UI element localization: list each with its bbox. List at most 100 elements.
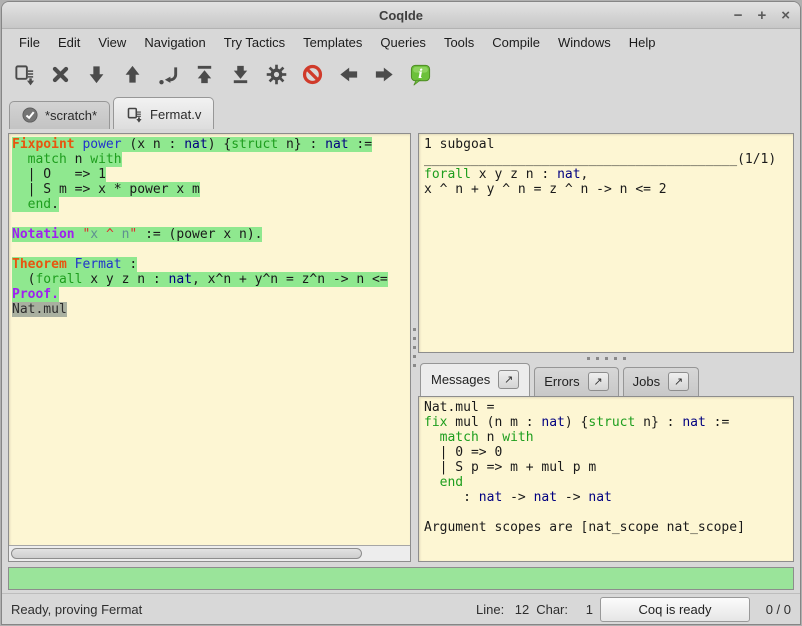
close-buffer-button[interactable] <box>45 60 75 90</box>
line-value: 12 <box>511 602 529 617</box>
close-x-icon <box>49 63 72 86</box>
right-column: 1 subgoal_______________________________… <box>418 133 794 562</box>
tab-label: *scratch* <box>45 108 97 123</box>
code-line: fix mul (n m : nat) {struct n} : nat := <box>424 415 788 430</box>
arrow-left-icon <box>337 63 360 86</box>
panel-tab-label: Messages <box>431 372 490 387</box>
menu-queries[interactable]: Queries <box>371 30 435 55</box>
horizontal-splitter[interactable] <box>418 353 794 363</box>
next-button[interactable] <box>369 60 399 90</box>
main-area: Fixpoint power (x n : nat) {struct n} : … <box>2 129 800 562</box>
status-message: Ready, proving Fermat <box>11 602 142 617</box>
arrow-to-top-icon <box>193 63 216 86</box>
code-line: | S m => x * power x m <box>12 182 410 197</box>
menu-navigation[interactable]: Navigation <box>135 30 214 55</box>
tab-label: Fermat.v <box>150 107 201 122</box>
maximize-button[interactable]: + <box>757 8 766 23</box>
minimize-button[interactable]: − <box>734 8 743 23</box>
window-title: CoqIde <box>379 8 423 23</box>
tab-jobs[interactable]: Jobs ↗ <box>623 367 699 396</box>
horizontal-scrollbar[interactable] <box>9 545 410 561</box>
char-value: 1 <box>575 602 593 617</box>
menu-edit[interactable]: Edit <box>49 30 89 55</box>
toolbar: i <box>2 56 800 93</box>
code-line: Nat.mul <box>12 302 410 317</box>
coq-state-label: Coq is ready <box>639 602 712 617</box>
detach-jobs-button[interactable]: ↗ <box>668 372 689 391</box>
detach-arrow-icon: ↗ <box>594 375 603 388</box>
menu-compile[interactable]: Compile <box>483 30 549 55</box>
code-line: ________________________________________… <box>424 152 788 167</box>
arrow-right-icon <box>373 63 396 86</box>
close-button[interactable]: × <box>781 8 790 23</box>
save-button[interactable] <box>9 60 39 90</box>
code-line: (forall x y z n : nat, x^n + y^n = z^n -… <box>12 272 410 287</box>
previous-button[interactable] <box>333 60 363 90</box>
tab-fermat[interactable]: Fermat.v <box>113 97 214 129</box>
menu-help[interactable]: Help <box>620 30 665 55</box>
menu-templates[interactable]: Templates <box>294 30 371 55</box>
script-editor[interactable]: Fixpoint power (x n : nat) {struct n} : … <box>9 134 410 545</box>
tab-messages[interactable]: Messages ↗ <box>420 363 530 396</box>
code-line <box>12 242 410 257</box>
char-label: Char: <box>536 602 568 617</box>
code-line <box>12 212 410 227</box>
messages-pane[interactable]: Nat.mul =fix mul (n m : nat) {struct n} … <box>418 396 794 562</box>
code-line: | O => 1 <box>12 167 410 182</box>
about-button[interactable]: i <box>405 60 435 90</box>
vertical-splitter[interactable] <box>411 133 418 562</box>
menu-tools[interactable]: Tools <box>435 30 483 55</box>
code-line: 1 subgoal <box>424 137 788 152</box>
line-label: Line: <box>476 602 504 617</box>
code-line: forall x y z n : nat, <box>424 167 788 182</box>
goals-pane[interactable]: 1 subgoal_______________________________… <box>418 133 794 353</box>
code-line: : nat -> nat -> nat <box>424 490 788 505</box>
interrupt-button[interactable] <box>297 60 327 90</box>
scrollbar-thumb[interactable] <box>11 548 362 559</box>
code-line: end <box>424 475 788 490</box>
back-one-step-button[interactable] <box>117 60 147 90</box>
arrow-up-icon <box>121 63 144 86</box>
panel-tabbar: Messages ↗ Errors ↗ Jobs ↗ <box>418 363 794 396</box>
code-line: Proof. <box>12 287 410 302</box>
detach-arrow-icon: ↗ <box>504 373 513 386</box>
no-entry-icon <box>301 63 324 86</box>
panel-tab-label: Errors <box>544 374 579 389</box>
coq-state-button[interactable]: Coq is ready <box>600 597 750 622</box>
script-pane: Fixpoint power (x n : nat) {struct n} : … <box>8 133 411 562</box>
statusbar: Ready, proving Fermat Line: 12 Char: 1 C… <box>2 593 800 624</box>
panel-tab-label: Jobs <box>633 374 660 389</box>
code-line: Theorem Fermat : <box>12 257 410 272</box>
svg-text:i: i <box>418 66 423 81</box>
menu-windows[interactable]: Windows <box>549 30 620 55</box>
gear-icon <box>265 63 288 86</box>
detach-messages-button[interactable]: ↗ <box>498 370 519 389</box>
go-to-start-button[interactable] <box>189 60 219 90</box>
go-to-cursor-button[interactable] <box>153 60 183 90</box>
menu-try-tactics[interactable]: Try Tactics <box>215 30 294 55</box>
tab-scratch[interactable]: *scratch* <box>9 101 110 129</box>
code-line: end. <box>12 197 410 212</box>
document-save-icon <box>126 106 143 123</box>
menu-view[interactable]: View <box>89 30 135 55</box>
check-circle-icon <box>22 107 38 123</box>
code-line: | 0 => 0 <box>424 445 788 460</box>
arrow-to-bottom-icon <box>229 63 252 86</box>
menu-file[interactable]: File <box>10 30 49 55</box>
titlebar[interactable]: CoqIde − + × <box>2 2 800 29</box>
arrow-down-icon <box>85 63 108 86</box>
go-to-end-button[interactable] <box>225 60 255 90</box>
status-right: Line: 12 Char: 1 Coq is ready 0 / 0 <box>476 597 791 622</box>
detach-arrow-icon: ↗ <box>674 375 683 388</box>
info-bubble-icon: i <box>409 63 432 86</box>
code-line: | S p => m + mul p m <box>424 460 788 475</box>
menubar: File Edit View Navigation Try Tactics Te… <box>2 29 800 56</box>
fully-check-button[interactable] <box>261 60 291 90</box>
code-line: x ^ n + y ^ n = z ^ n -> n <= 2 <box>424 182 788 197</box>
detach-errors-button[interactable]: ↗ <box>588 372 609 391</box>
go-to-cursor-icon <box>157 63 180 86</box>
forward-one-step-button[interactable] <box>81 60 111 90</box>
tab-errors[interactable]: Errors ↗ <box>534 367 618 396</box>
code-line: match n with <box>12 152 410 167</box>
code-line: Argument scopes are [nat_scope nat_scope… <box>424 520 788 535</box>
